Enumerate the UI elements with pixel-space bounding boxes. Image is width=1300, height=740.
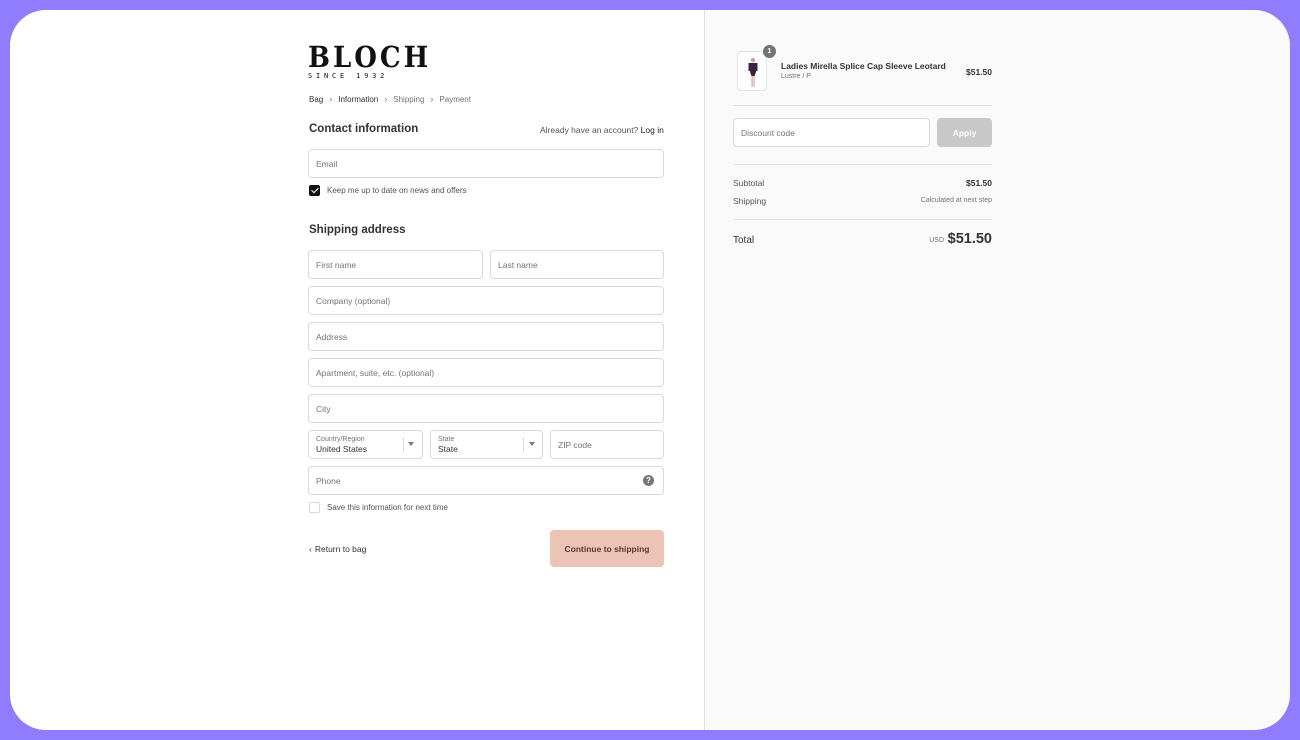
country-select[interactable]: Country/Region United States: [308, 430, 423, 459]
subtotal-label: Subtotal: [733, 178, 765, 188]
continue-to-shipping-button[interactable]: Continue to shipping: [550, 530, 664, 567]
first-name-placeholder: First name: [316, 259, 357, 270]
product-variant: Lustre / P: [781, 73, 811, 80]
chevron-left-icon: ‹: [309, 544, 312, 554]
brand-logo[interactable]: BLOCH SINCE 1932: [308, 44, 431, 80]
last-name-field[interactable]: Last name: [490, 250, 664, 279]
product-price: $51.50: [966, 67, 992, 77]
first-name-field[interactable]: First name: [308, 250, 483, 279]
chevron-right-icon: ›: [430, 94, 434, 104]
city-placeholder: City: [316, 403, 331, 414]
return-to-bag-label: Return to bag: [314, 544, 367, 554]
apply-button[interactable]: Apply: [937, 118, 992, 147]
save-info-checkbox[interactable]: [309, 502, 320, 513]
select-divider: [523, 438, 524, 452]
company-placeholder: Company (optional): [316, 295, 391, 306]
product-name: Ladies Mirella Splice Cap Sleeve Leotard: [781, 61, 946, 71]
newsletter-label: Keep me up to date on news and offers: [327, 186, 467, 195]
subtotal-value: $51.50: [966, 178, 992, 188]
discount-placeholder: Discount code: [741, 127, 795, 138]
newsletter-checkbox[interactable]: [309, 185, 320, 196]
state-value: State: [438, 443, 458, 454]
breadcrumb: Bag › Information › Shipping › Payment: [309, 94, 471, 104]
discount-code-field[interactable]: Discount code: [733, 118, 930, 147]
checkout-main: BLOCH SINCE 1932 Bag › Information › Shi…: [10, 10, 704, 730]
brand-wordmark: BLOCH: [308, 41, 432, 75]
return-to-bag-link[interactable]: ‹ Return to bag: [309, 544, 366, 554]
shipping-label: Shipping: [733, 196, 767, 206]
apartment-placeholder: Apartment, suite, etc. (optional): [316, 367, 435, 378]
help-icon[interactable]: ?: [643, 475, 654, 486]
login-link[interactable]: Log in: [641, 125, 664, 135]
zip-placeholder: ZIP code: [558, 439, 592, 450]
divider: [733, 219, 992, 220]
zip-field[interactable]: ZIP code: [550, 430, 664, 459]
save-info-label: Save this information for next time: [327, 503, 448, 512]
address-field[interactable]: Address: [308, 322, 664, 351]
breadcrumb-payment: Payment: [439, 94, 471, 104]
state-select[interactable]: State State: [430, 430, 543, 459]
order-summary: 1 Ladies Mirella Splice Cap Sleeve Leota…: [704, 10, 1290, 730]
chevron-right-icon: ›: [329, 94, 333, 104]
divider: [733, 164, 992, 165]
shipping-value: Calculated at next step: [920, 197, 992, 204]
contact-section-title: Contact information: [309, 123, 419, 135]
phone-placeholder: Phone: [316, 475, 341, 486]
total-currency: USD: [929, 237, 944, 244]
state-label: State: [438, 435, 455, 443]
country-label: Country/Region: [316, 435, 365, 443]
product-thumbnail: [737, 51, 767, 91]
chevron-down-icon: [408, 442, 414, 446]
browser-frame: BLOCH SINCE 1932 Bag › Information › Shi…: [10, 10, 1290, 730]
city-field[interactable]: City: [308, 394, 664, 423]
apartment-field[interactable]: Apartment, suite, etc. (optional): [308, 358, 664, 387]
country-value: United States: [316, 443, 368, 454]
leotard-image: [748, 57, 758, 87]
quantity-badge: 1: [763, 45, 776, 58]
breadcrumb-shipping: Shipping: [393, 94, 425, 104]
chevron-right-icon: ›: [384, 94, 388, 104]
login-prompt-text: Already have an account?: [540, 125, 639, 135]
shipping-section-title: Shipping address: [309, 224, 406, 236]
last-name-placeholder: Last name: [498, 259, 538, 270]
email-field[interactable]: Email: [308, 149, 664, 178]
phone-field[interactable]: Phone ?: [308, 466, 664, 495]
total-value: $51.50: [947, 231, 992, 247]
total-label: Total: [733, 235, 755, 246]
breadcrumb-bag[interactable]: Bag: [309, 95, 323, 104]
divider: [733, 105, 992, 106]
login-prompt: Already have an account? Log in: [540, 125, 664, 135]
email-placeholder: Email: [316, 158, 338, 169]
select-divider: [403, 438, 404, 452]
chevron-down-icon: [529, 442, 535, 446]
address-placeholder: Address: [316, 331, 348, 342]
company-field[interactable]: Company (optional): [308, 286, 664, 315]
breadcrumb-information: Information: [338, 94, 379, 104]
